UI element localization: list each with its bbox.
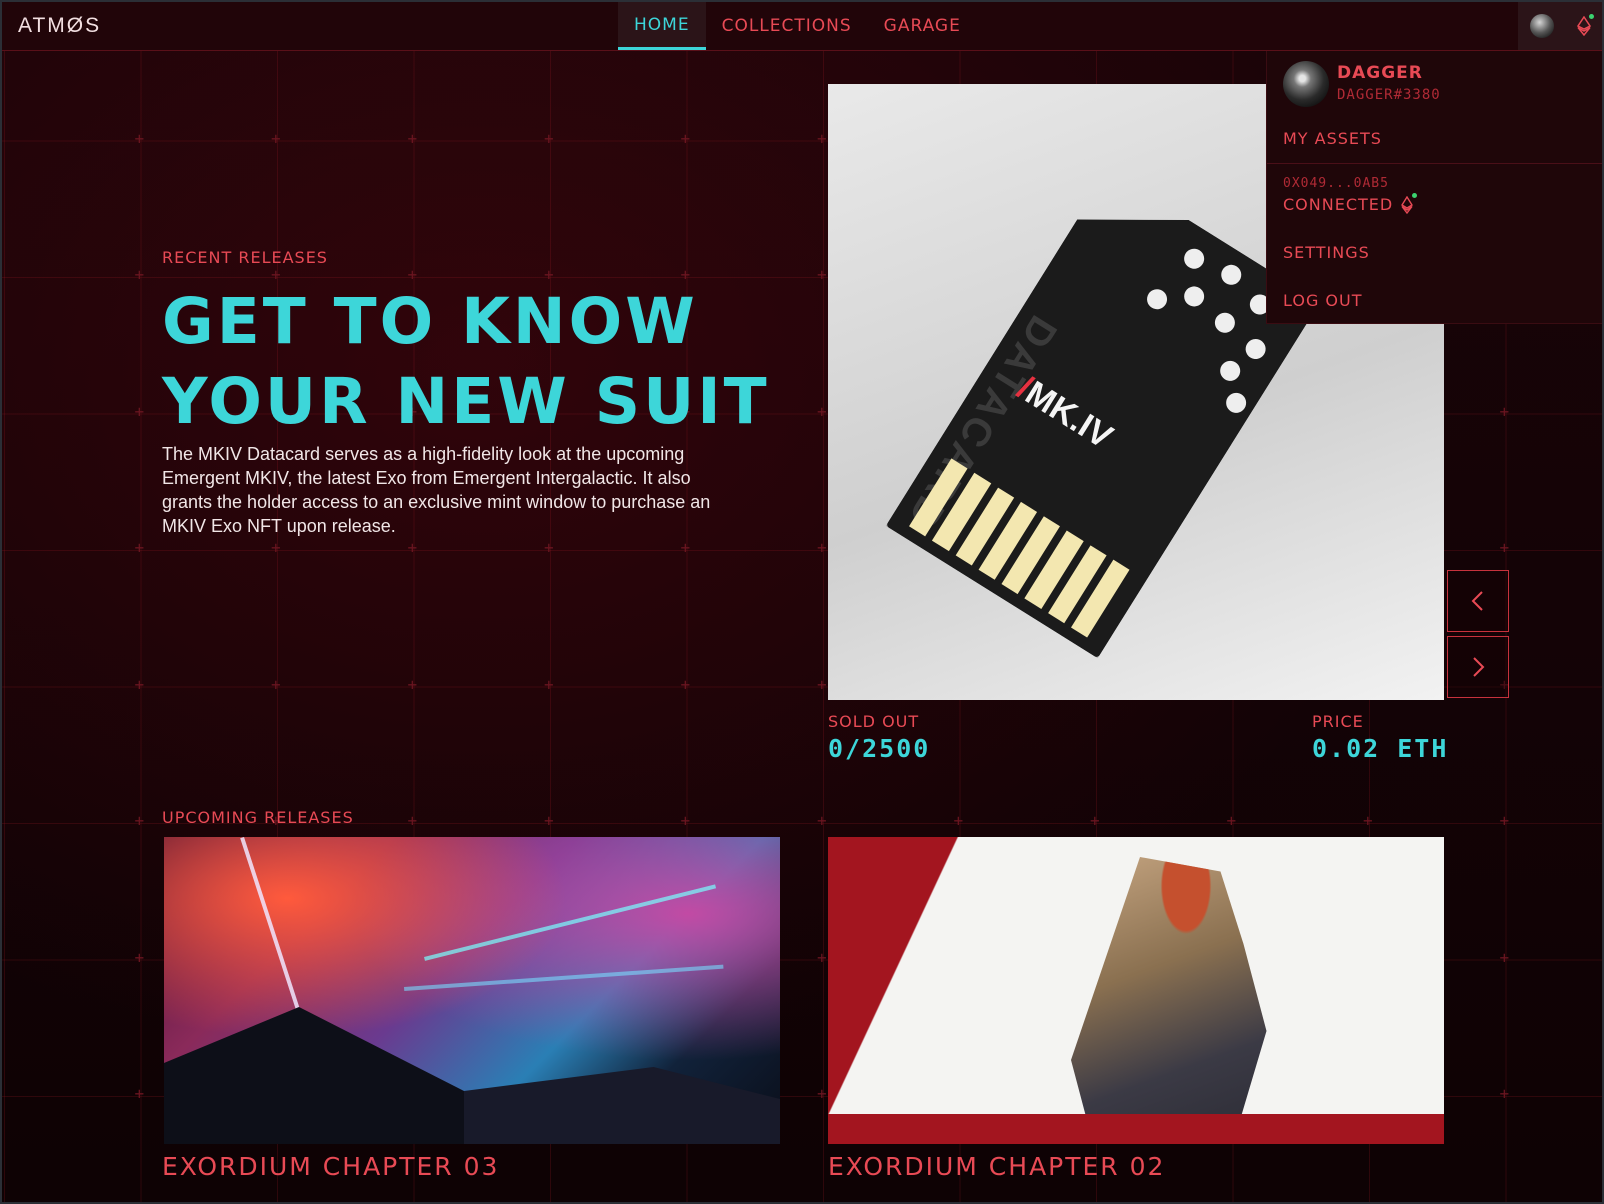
- grid-plus-marker: +: [953, 811, 964, 830]
- top-bar: ATMØS HOME COLLECTIONS GARAGE: [2, 2, 1602, 51]
- grid-plus-marker: +: [1499, 538, 1510, 557]
- grid-plus-marker: +: [544, 811, 554, 830]
- wallet-address[interactable]: 0X049...0AB5: [1283, 176, 1389, 191]
- hero-description: The MKIV Datacard serves as a high-fidel…: [162, 444, 711, 536]
- profile-tag: DAGGER#3380: [1337, 87, 1441, 103]
- ethereum-icon[interactable]: [1576, 14, 1594, 37]
- hero-title-line2: YOUR NEW SUIT: [162, 365, 770, 438]
- app-frame: + + + + + + + + + + + + + + + + + + + + + + + + + + + + + + + + + + + + + + + +…: [0, 0, 1604, 1204]
- grid-plus-marker: +: [407, 674, 418, 694]
- atmos-logo[interactable]: ATMØS: [18, 14, 101, 38]
- profile-name: DAGGER: [1337, 63, 1423, 83]
- connected-label: CONNECTED: [1283, 195, 1394, 214]
- release-image-chapter-02[interactable]: [828, 837, 1444, 1144]
- hero-title-line1: GET TO KNOW: [162, 285, 698, 358]
- release-image-chapter-03[interactable]: [164, 837, 780, 1144]
- account-area: [1518, 2, 1602, 50]
- grid-plus-marker: +: [680, 674, 691, 694]
- status-dot: [1412, 192, 1418, 198]
- grid-plus-marker: +: [817, 811, 827, 830]
- grid-plus-marker: +: [1363, 811, 1373, 830]
- grid-plus-marker: +: [1499, 811, 1510, 830]
- grid-plus-marker: +: [271, 128, 281, 148]
- grid-plus-marker: +: [1499, 401, 1510, 421]
- datacard-render: DATACARD /MK.IV: [886, 170, 1321, 659]
- grid-plus-marker: +: [817, 538, 827, 557]
- carousel-prev-button[interactable]: [1447, 570, 1509, 632]
- grid-plus-marker: +: [407, 265, 418, 284]
- grid-plus-marker: +: [271, 674, 281, 694]
- profile-avatar: [1283, 61, 1329, 107]
- grid-plus-marker: +: [544, 538, 554, 557]
- grid-plus-marker: +: [1090, 811, 1100, 830]
- status-dot: [1588, 14, 1594, 19]
- menu-connected[interactable]: CONNECTED: [1283, 192, 1418, 214]
- grid-plus-marker: +: [817, 128, 827, 148]
- grid-plus-marker: +: [134, 1084, 145, 1103]
- grid-plus-marker: +: [817, 265, 827, 284]
- grid-plus-marker: +: [817, 401, 827, 421]
- menu-divider: [1267, 163, 1602, 164]
- grid-plus-marker: +: [1499, 947, 1510, 967]
- hero-title: GET TO KNOW YOUR NEW SUIT: [162, 282, 802, 442]
- grid-plus-marker: +: [680, 265, 691, 284]
- grid-plus-marker: +: [680, 538, 691, 557]
- grid-plus-marker: +: [1499, 1084, 1510, 1103]
- nav-garage[interactable]: GARAGE: [868, 2, 977, 50]
- avatar[interactable]: [1529, 14, 1554, 38]
- release-title-chapter-02[interactable]: EXORDIUM CHAPTER 02: [828, 1152, 1165, 1181]
- price-label: PRICE: [1312, 712, 1364, 731]
- carousel-next-button[interactable]: [1447, 636, 1509, 698]
- sold-out-label: SOLD OUT: [828, 712, 920, 731]
- chevron-left-icon: [1471, 591, 1483, 611]
- main-nav: HOME COLLECTIONS GARAGE: [618, 2, 977, 50]
- card-brand: /MK.IV: [1010, 368, 1120, 457]
- grid-plus-marker: +: [544, 674, 554, 694]
- grid-plus-marker: +: [407, 538, 418, 557]
- grid-plus-marker: +: [134, 538, 145, 557]
- grid-plus-marker: +: [817, 674, 827, 694]
- grid-plus-marker: +: [817, 947, 827, 967]
- grid-plus-marker: +: [680, 128, 691, 148]
- grid-plus-marker: +: [680, 811, 691, 830]
- menu-settings[interactable]: SETTINGS: [1283, 243, 1370, 262]
- menu-log-out[interactable]: LOG OUT: [1283, 291, 1363, 310]
- nav-collections[interactable]: COLLECTIONS: [706, 2, 868, 50]
- price-value: 0.02 ETH: [1312, 734, 1449, 763]
- upcoming-releases-label: UPCOMING RELEASES: [162, 808, 354, 827]
- character-figure: [1071, 857, 1267, 1144]
- grid-plus-marker: +: [271, 538, 281, 557]
- nav-home[interactable]: HOME: [618, 2, 706, 50]
- sold-count: 0/2500: [828, 734, 931, 763]
- grid-plus-marker: +: [134, 128, 145, 148]
- release-title-chapter-03[interactable]: EXORDIUM CHAPTER 03: [162, 1152, 499, 1181]
- grid-plus-marker: +: [1226, 811, 1237, 830]
- grid-plus-marker: +: [134, 674, 145, 694]
- grid-plus-marker: +: [134, 947, 145, 967]
- user-menu: DAGGER DAGGER#3380 MY ASSETS 0X049...0AB…: [1266, 51, 1602, 324]
- ethereum-icon: [1401, 192, 1418, 214]
- chevron-right-icon: [1473, 657, 1485, 677]
- grid-plus-marker: +: [134, 811, 145, 830]
- grid-plus-marker: +: [817, 1084, 827, 1103]
- menu-my-assets[interactable]: MY ASSETS: [1283, 129, 1382, 148]
- grid-plus-marker: +: [407, 811, 418, 830]
- grid-plus-marker: +: [544, 128, 554, 148]
- recent-releases-label: RECENT RELEASES: [162, 248, 328, 267]
- grid-plus-marker: +: [134, 265, 145, 284]
- grid-plus-marker: +: [134, 401, 145, 421]
- grid-plus-marker: +: [544, 265, 554, 284]
- grid-plus-marker: +: [271, 265, 281, 284]
- grid-plus-marker: +: [407, 128, 418, 148]
